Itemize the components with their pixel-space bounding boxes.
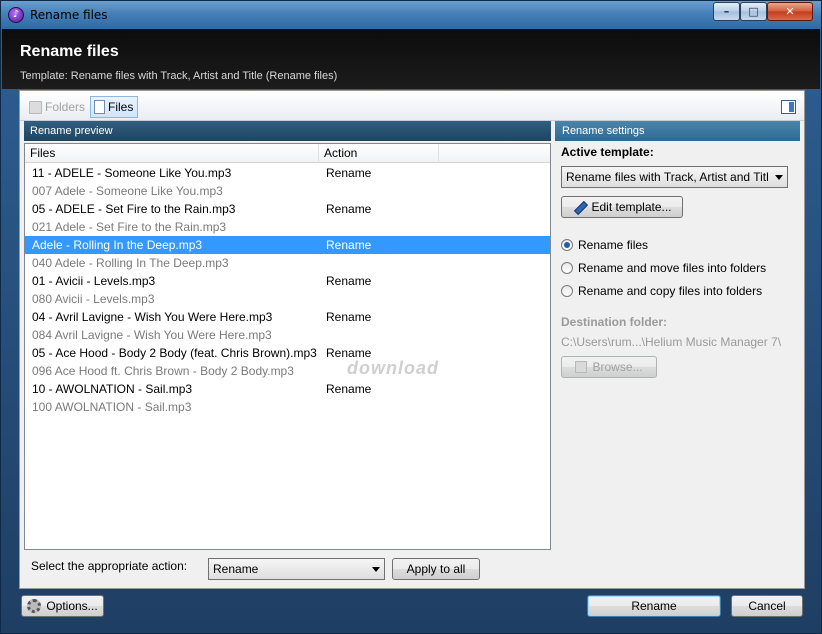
table-row[interactable]: 01 - Avicii - Levels.mp3 Rename [25,272,550,290]
rename-preview-heading: Rename preview [24,121,551,141]
table-row[interactable]: 05 - Ace Hood - Body 2 Body (feat. Chris… [25,344,550,362]
table-row[interactable]: 080 Avicii - Levels.mp3 [25,290,550,308]
app-icon: ♪ [8,7,24,23]
action-cell: Rename [326,238,372,252]
table-row[interactable]: 096 Ace Hood ft. Chris Brown - Body 2 Bo… [25,362,550,380]
radio-indicator [561,262,573,274]
folders-tab[interactable]: Folders [26,96,89,118]
pencil-icon [572,200,586,214]
list-header: Files Action [25,144,550,163]
chevron-down-icon [372,567,380,572]
dialog-content: Folders Files Rename preview Rename sett… [19,90,805,589]
chevron-down-icon [775,175,783,180]
edit-template-button[interactable]: Edit template... [561,196,683,218]
file-name-cell: 05 - Ace Hood - Body 2 Body (feat. Chris… [32,346,317,360]
column-header-files[interactable]: Files [25,144,319,163]
action-cell: Rename [326,310,372,324]
table-row[interactable]: 100 AWOLNATION - Sail.mp3 [25,398,550,416]
view-toolbar: Folders Files [20,91,804,121]
maximize-button[interactable]: □ [740,2,767,21]
file-name-cell: 11 - ADELE - Someone Like You.mp3 [32,166,232,180]
folder-icon [29,100,42,114]
options-button[interactable]: Options... [21,595,104,617]
table-row[interactable]: 10 - AWOLNATION - Sail.mp3 Rename [25,380,550,398]
folders-tab-label: Folders [45,100,86,114]
title-bar[interactable]: ♪ Rename files – □ ✕ [1,1,821,29]
table-row[interactable]: Adele - Rolling In the Deep.mp3 Rename [25,236,550,254]
radio-rename-copy[interactable]: Rename and copy files into folders [561,284,762,298]
file-name-cell: 021 Adele - Set Fire to the Rain.mp3 [32,220,227,234]
file-name-cell: 100 AWOLNATION - Sail.mp3 [32,400,192,414]
table-row[interactable]: 05 - ADELE - Set Fire to the Rain.mp3 Ren… [25,200,550,218]
select-action-label: Select the appropriate action: [31,559,188,573]
action-cell: Rename [326,202,372,216]
action-select[interactable]: Rename [208,558,385,580]
radio-label: Rename files [578,238,649,252]
active-template-value: Rename files with Track, Artist and Titl… [566,170,769,184]
dialog-title: Rename files [20,43,119,60]
table-row[interactable]: 040 Adele - Rolling In The Deep.mp3 [25,254,550,272]
files-tab-label: Files [108,100,134,114]
rename-button[interactable]: Rename [587,595,721,617]
table-row[interactable]: 04 - Avril Lavigne - Wish You Were Here.… [25,308,550,326]
destination-folder-label: Destination folder: [561,315,668,329]
file-name-cell: 01 - Avicii - Levels.mp3 [32,274,156,288]
window-title: Rename files [30,8,108,22]
radio-rename-files[interactable]: Rename files [561,238,648,252]
template-subtitle: Template: Rename files with Track, Artis… [20,70,338,82]
browse-button[interactable]: Browse... [561,356,657,378]
rename-preview-list[interactable]: Files Action 11 - ADELE - Someone Like Y… [24,143,551,550]
action-select-value: Rename [213,562,259,576]
radio-indicator [561,285,573,297]
file-name-cell: 007 Adele - Someone Like You.mp3 [32,184,223,198]
radio-label: Rename and move files into folders [578,261,767,275]
destination-folder-path: C:\Users\rum...\Helium Music Manager 7\ [561,335,782,349]
rename-files-window: ♪ Rename files – □ ✕ Rename files Templa… [0,0,822,634]
file-name-cell: 096 Ace Hood ft. Chris Brown - Body 2 Bo… [32,364,294,378]
file-name-cell: 040 Adele - Rolling In The Deep.mp3 [32,256,229,270]
file-name-cell: Adele - Rolling In the Deep.mp3 [32,238,203,252]
active-template-label: Active template: [561,145,654,159]
file-name-cell: 10 - AWOLNATION - Sail.mp3 [32,382,193,396]
table-row[interactable]: 11 - ADELE - Someone Like You.mp3 Rename [25,164,550,182]
close-button[interactable]: ✕ [767,2,813,21]
dialog-header: Rename files Template: Rename files with… [2,29,820,89]
file-name-cell: 080 Avicii - Levels.mp3 [32,292,155,306]
radio-label: Rename and copy files into folders [578,284,763,298]
options-label: Options... [46,599,98,613]
file-icon [94,100,105,114]
radio-rename-move[interactable]: Rename and move files into folders [561,261,766,275]
table-row[interactable]: 007 Adele - Someone Like You.mp3 [25,182,550,200]
file-name-cell: 05 - ADELE - Set Fire to the Rain.mp3 [32,202,236,216]
file-name-cell: 04 - Avril Lavigne - Wish You Were Here.… [32,310,273,324]
file-name-cell: 084 Avril Lavigne - Wish You Were Here.m… [32,328,272,342]
gear-icon [27,599,42,613]
watermark: download [347,358,439,378]
table-row[interactable]: 084 Avril Lavigne - Wish You Were Here.m… [25,326,550,344]
rename-settings-heading: Rename settings [555,121,800,141]
toggle-panel-icon[interactable] [781,100,796,114]
column-header-action[interactable]: Action [319,144,439,163]
browse-label: Browse... [592,360,643,374]
minimize-button[interactable]: – [713,2,740,21]
action-cell: Rename [326,166,372,180]
action-cell: Rename [326,274,372,288]
cancel-button[interactable]: Cancel [731,595,803,617]
active-template-select[interactable]: Rename files with Track, Artist and Titl… [561,166,788,188]
table-row[interactable]: 021 Adele - Set Fire to the Rain.mp3 [25,218,550,236]
apply-to-all-button[interactable]: Apply to all [392,558,480,580]
radio-indicator [561,239,573,251]
edit-template-label: Edit template... [591,200,672,214]
folder-icon [575,361,588,373]
files-tab[interactable]: Files [90,96,139,118]
action-cell: Rename [326,382,372,396]
